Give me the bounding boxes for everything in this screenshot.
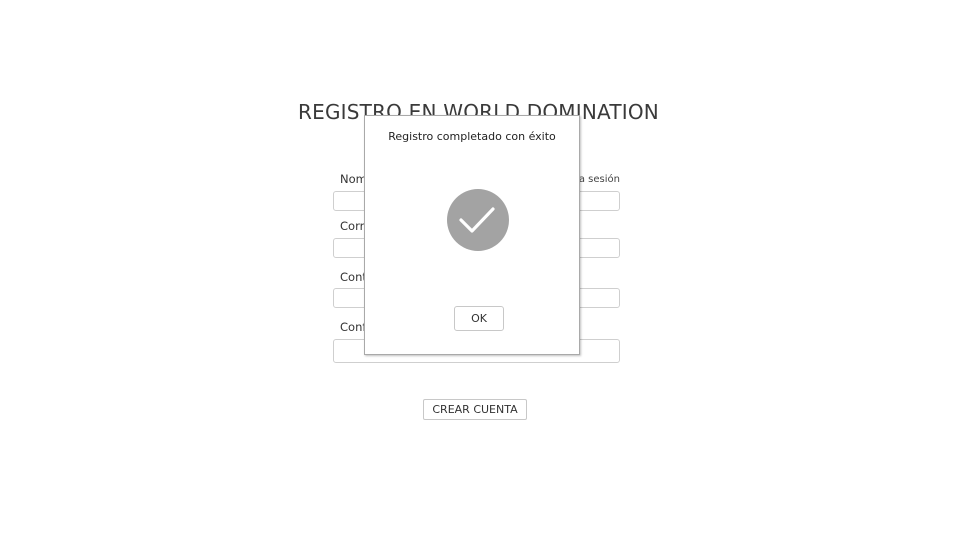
create-account-button[interactable]: CREAR CUENTA [423, 399, 527, 420]
success-dialog: Registro completado con éxito OK [364, 115, 580, 355]
checkmark-icon [447, 189, 509, 251]
registration-page: REGISTRO EN WORLD DOMINATION Nombre de u… [0, 0, 957, 538]
ok-button[interactable]: OK [454, 306, 504, 331]
dialog-message: Registro completado con éxito [388, 130, 556, 143]
